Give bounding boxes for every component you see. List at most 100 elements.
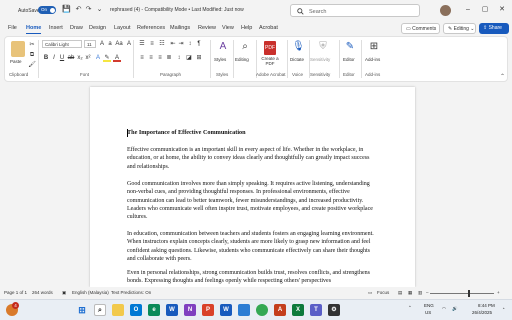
find-icon[interactable]: ⌕ [238,41,252,55]
paragraph-4[interactable]: Even in personal relationships, strong c… [127,269,377,286]
tab-insert[interactable]: Insert [49,25,63,31]
borders-icon[interactable]: ⊞ [195,54,203,62]
italic-icon[interactable]: I [50,54,58,62]
superscript-icon[interactable]: x² [84,54,92,62]
page-count[interactable]: Page 1 of 1 [4,290,27,295]
store-icon[interactable] [238,304,250,316]
redo-icon[interactable]: ↷ [84,5,93,14]
zoom-slider-thumb[interactable] [468,290,470,297]
autosave-toggle[interactable]: On [38,6,56,14]
show-marks-icon[interactable]: ¶ [195,40,203,48]
editing-mode-button[interactable]: ✎ Editing ⌄ [443,23,476,34]
tab-view[interactable]: View [222,25,234,31]
cut-icon[interactable]: ✂ [28,41,36,49]
chrome-icon[interactable] [256,304,268,316]
teams-icon[interactable]: T [310,304,322,316]
paragraph-2[interactable]: Good communication involves more than si… [127,180,377,221]
align-right-icon[interactable]: ≡ [156,54,164,62]
numbering-icon[interactable]: ≡ [148,40,156,48]
align-center-icon[interactable]: ≡ [147,54,155,62]
paragraph-1[interactable]: Effective communication is an important … [127,146,377,171]
justify-icon[interactable]: ≣ [165,54,173,62]
zoom-slider[interactable] [430,293,494,294]
word-count[interactable]: 264 words [32,290,53,295]
clock-date[interactable]: 26/4/2025 [472,310,492,315]
tab-layout[interactable]: Layout [114,25,131,31]
minimize-icon[interactable]: – [462,4,474,16]
dictate-label[interactable]: Dictate [290,57,304,62]
paragraph-3[interactable]: In education, communication between teac… [127,230,377,263]
search-box[interactable]: Search [290,4,420,17]
decrease-indent-icon[interactable]: ⇤ [169,40,177,48]
clear-format-icon[interactable]: A [125,40,133,48]
powerpoint-icon[interactable]: P [202,304,214,316]
format-painter-icon[interactable]: 🖌 [28,61,36,69]
close-icon[interactable]: ✕ [496,4,508,16]
subscript-icon[interactable]: x₂ [76,54,84,62]
proofing-icon[interactable]: ▣ [62,290,66,296]
tab-references[interactable]: References [137,25,165,31]
sensitivity-label[interactable]: Sensitivity [310,57,330,62]
word-taskbar-icon[interactable]: W [166,304,178,316]
tab-design[interactable]: Design [89,25,106,31]
focus-label[interactable]: Focus [377,290,389,295]
tab-review[interactable]: Review [198,25,216,31]
strikethrough-icon[interactable]: ab [67,54,75,62]
language[interactable]: English (Malaysia) [72,290,109,295]
undo-icon[interactable]: ↶ [74,5,83,14]
document-heading[interactable]: The Importance of Effective Communicatio… [127,129,377,137]
maximize-icon[interactable]: ▢ [479,4,491,16]
volume-icon[interactable]: 🔊 [452,306,458,312]
read-mode-icon[interactable]: ▤ [398,290,402,296]
share-button[interactable]: ⇪ Share [479,23,509,34]
microphone-icon[interactable]: 🎙 [292,41,305,55]
shrink-font-icon[interactable]: a [106,40,114,48]
tab-draw[interactable]: Draw [70,25,83,31]
align-left-icon[interactable]: ≡ [138,54,146,62]
onenote-icon[interactable]: N [184,304,196,316]
paste-icon[interactable] [11,41,25,57]
outlook-icon[interactable]: O [130,304,142,316]
highlight-icon[interactable]: ✎ [103,54,111,62]
word-active-icon[interactable]: W [220,304,232,316]
focus-icon[interactable]: ▭ [368,290,372,296]
tab-home[interactable]: Home [26,25,42,34]
settings-icon[interactable]: ⚙ [328,304,340,316]
clock-time[interactable]: 8:44 PM [478,303,495,308]
text-effects-icon[interactable]: A [94,54,102,62]
grow-font-icon[interactable]: A [98,40,106,48]
zoom-in-icon[interactable]: + [497,290,500,295]
input-language-bottom[interactable]: US [425,310,431,315]
taskbar-search-icon[interactable]: ⌕ [94,304,106,316]
bullets-icon[interactable]: ☰ [138,40,146,48]
start-icon[interactable]: ⊞ [76,304,88,316]
font-color-icon[interactable]: A [113,54,121,62]
avatar[interactable] [440,5,451,16]
sensitivity-icon[interactable]: ⛨ [317,41,329,55]
excel-icon[interactable]: X [292,304,304,316]
font-name-select[interactable]: Calibri Light [42,40,82,48]
editor-label[interactable]: Editor [343,57,355,62]
print-layout-icon[interactable]: ▦ [408,290,412,296]
tab-file[interactable]: File [8,25,17,31]
copy-icon[interactable]: ⧉ [28,51,36,59]
increase-indent-icon[interactable]: ⇥ [177,40,185,48]
create-pdf-label[interactable]: Create a PDF [261,56,279,66]
collapse-ribbon-icon[interactable]: ⌃ [500,73,505,80]
font-size-select[interactable]: 11 [84,40,96,48]
shading-icon[interactable]: ◪ [185,54,193,62]
editor-icon[interactable]: ✎ [344,41,356,55]
multilevel-list-icon[interactable]: ☷ [158,40,166,48]
zoom-out-icon[interactable]: – [426,290,429,295]
customize-chevron-icon[interactable]: ⌄ [95,5,104,14]
tray-chevron-icon[interactable]: ⌃ [408,305,412,311]
file-explorer-icon[interactable] [112,304,124,316]
sort-icon[interactable]: ↕ [186,40,194,48]
input-language-top[interactable]: ENG [424,303,434,308]
change-case-icon[interactable]: Aa [115,40,123,48]
line-spacing-icon[interactable]: ↕ [175,54,183,62]
comments-button[interactable]: ▭ Comments [401,23,440,34]
save-icon[interactable]: 💾 [62,5,71,14]
web-layout-icon[interactable]: ▥ [418,290,422,296]
underline-icon[interactable]: U [58,54,66,62]
